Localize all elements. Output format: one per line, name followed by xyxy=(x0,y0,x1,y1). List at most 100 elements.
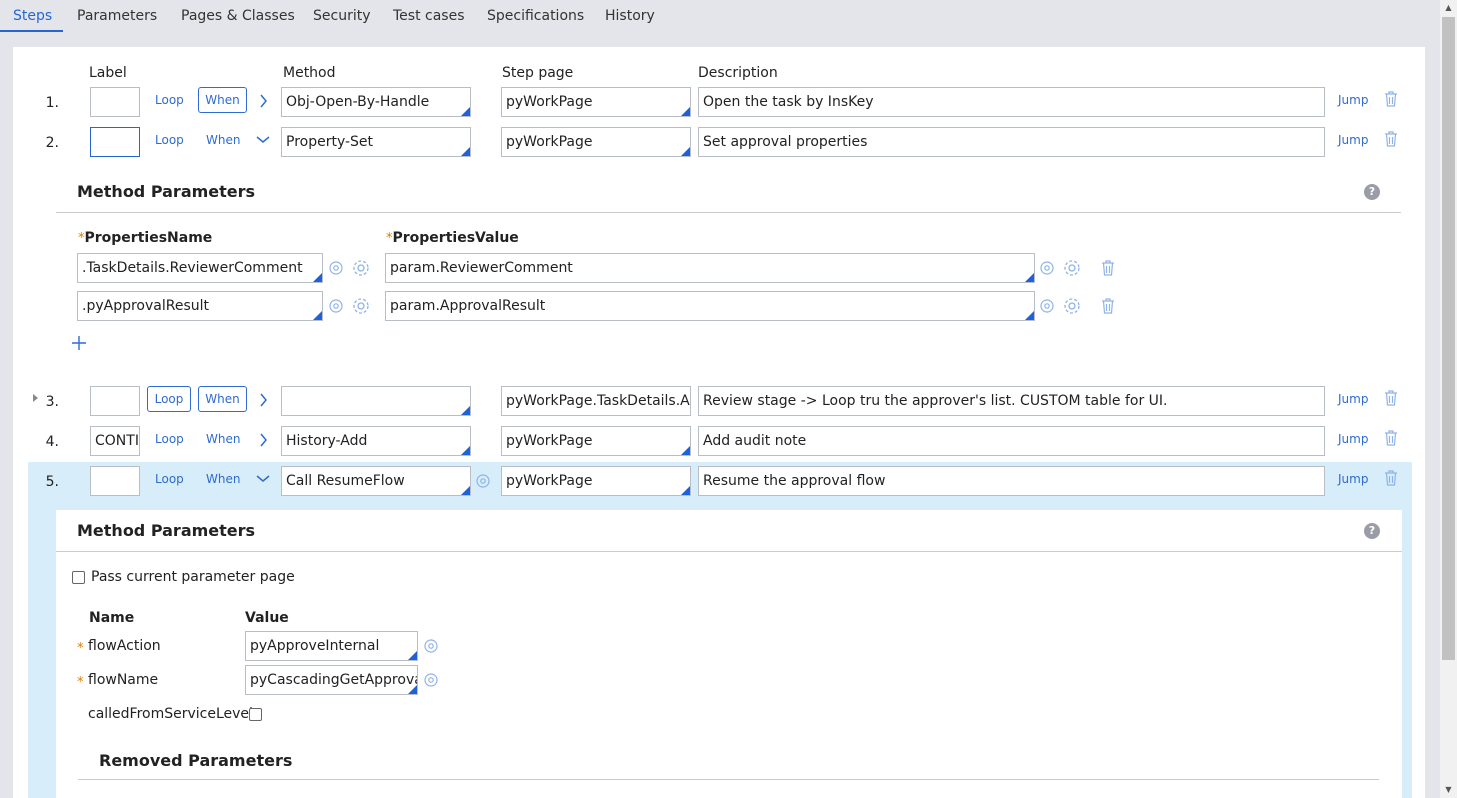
loop-link[interactable]: Loop xyxy=(155,432,184,446)
step-page-input[interactable]: pyWorkPage xyxy=(501,466,691,496)
method-input[interactable]: Obj-Open-By-Handle xyxy=(281,87,471,117)
property-name-value: .pyApprovalResult xyxy=(82,298,209,314)
trash-icon[interactable] xyxy=(1384,430,1398,446)
help-icon[interactable]: ? xyxy=(1364,523,1380,539)
description-input[interactable]: Review stage -> Loop tru the approver's … xyxy=(698,386,1325,416)
chevron-right-icon[interactable] xyxy=(253,430,273,450)
loop-link[interactable]: Loop xyxy=(155,472,184,486)
vertical-scrollbar[interactable]: ▲ ▼ xyxy=(1440,0,1457,798)
flow-action-input[interactable]: pyApproveInternal xyxy=(245,631,418,661)
target-icon[interactable] xyxy=(475,473,491,489)
autocomplete-corner-icon xyxy=(461,406,470,415)
step-page-input[interactable]: pyWorkPage xyxy=(501,426,691,456)
gear-icon[interactable] xyxy=(351,296,371,316)
trash-icon[interactable] xyxy=(1384,390,1398,406)
autocomplete-corner-icon xyxy=(461,147,470,156)
target-icon[interactable] xyxy=(1039,298,1055,314)
autocomplete-corner-icon xyxy=(681,486,690,495)
gear-icon[interactable] xyxy=(351,258,371,278)
gear-icon[interactable] xyxy=(1062,296,1082,316)
scroll-thumb[interactable] xyxy=(1442,17,1455,660)
autocomplete-corner-icon xyxy=(1025,311,1034,320)
chevron-right-icon[interactable] xyxy=(253,91,273,111)
add-row-icon[interactable] xyxy=(70,334,88,352)
scroll-up-arrow-icon[interactable]: ▲ xyxy=(1444,3,1453,12)
method-value: Property-Set xyxy=(286,134,374,150)
property-name-input[interactable]: .TaskDetails.ReviewerComment xyxy=(77,253,323,283)
target-icon[interactable] xyxy=(423,638,439,654)
loop-button[interactable]: Loop xyxy=(147,386,191,412)
step-label-input[interactable] xyxy=(90,127,140,157)
jump-link[interactable]: Jump xyxy=(1338,93,1368,107)
target-icon[interactable] xyxy=(328,260,344,276)
description-input[interactable]: Add audit note xyxy=(698,426,1325,456)
property-name-value: .TaskDetails.ReviewerComment xyxy=(82,260,303,276)
autocomplete-corner-icon xyxy=(461,107,470,116)
tab-history[interactable]: History xyxy=(605,8,655,24)
tab-specifications[interactable]: Specifications xyxy=(487,8,584,24)
description-input[interactable]: Open the task by InsKey xyxy=(698,87,1325,117)
called-from-service-level-checkbox[interactable] xyxy=(249,708,262,721)
step-label-input[interactable] xyxy=(90,466,140,496)
autocomplete-corner-icon xyxy=(1025,273,1034,282)
step-page-input[interactable]: pyWorkPage xyxy=(501,127,691,157)
when-link[interactable]: When xyxy=(206,472,240,486)
step-page-value: pyWorkPage xyxy=(506,94,593,110)
trash-icon[interactable] xyxy=(1384,131,1398,147)
method-input[interactable] xyxy=(281,386,471,416)
trash-icon[interactable] xyxy=(1101,260,1115,276)
step-label-input[interactable] xyxy=(90,386,140,416)
chevron-right-icon[interactable] xyxy=(253,390,273,410)
help-icon[interactable]: ? xyxy=(1364,184,1380,200)
step-page-input[interactable]: pyWorkPage xyxy=(501,87,691,117)
step-label-input[interactable]: CONTI xyxy=(90,426,140,456)
trash-icon[interactable] xyxy=(1384,91,1398,107)
scroll-down-arrow-icon[interactable]: ▼ xyxy=(1444,785,1453,794)
jump-link[interactable]: Jump xyxy=(1338,133,1368,147)
when-link[interactable]: When xyxy=(206,133,240,147)
property-value-input[interactable]: param.ApprovalResult xyxy=(385,291,1035,321)
when-link[interactable]: When xyxy=(206,432,240,446)
tab-test-cases[interactable]: Test cases xyxy=(393,8,465,24)
loop-link[interactable]: Loop xyxy=(155,133,184,147)
step-label-input[interactable] xyxy=(90,87,140,117)
tab-steps[interactable]: Steps xyxy=(13,8,52,24)
flow-name-input[interactable]: pyCascadingGetApproval xyxy=(245,665,418,695)
when-button[interactable]: When xyxy=(198,386,247,412)
property-value-input[interactable]: param.ReviewerComment xyxy=(385,253,1035,283)
properties-value-label: PropertiesValue xyxy=(392,230,519,246)
description-input[interactable]: Resume the approval flow xyxy=(698,466,1325,496)
divider xyxy=(56,551,1402,552)
gear-icon[interactable] xyxy=(1062,258,1082,278)
method-input[interactable]: Call ResumeFlow xyxy=(281,466,471,496)
step-number: 2. xyxy=(45,135,59,151)
required-marker: * xyxy=(77,675,84,690)
target-icon[interactable] xyxy=(423,672,439,688)
autocomplete-corner-icon xyxy=(408,651,417,660)
description-input[interactable]: Set approval properties xyxy=(698,127,1325,157)
target-icon[interactable] xyxy=(328,298,344,314)
loop-link[interactable]: Loop xyxy=(155,93,184,107)
chevron-down-icon[interactable] xyxy=(253,129,273,149)
jump-link[interactable]: Jump xyxy=(1338,392,1368,406)
property-name-input[interactable]: .pyApprovalResult xyxy=(77,291,323,321)
tab-parameters[interactable]: Parameters xyxy=(77,8,157,24)
target-icon[interactable] xyxy=(1039,260,1055,276)
when-button[interactable]: When xyxy=(198,87,247,113)
autocomplete-corner-icon xyxy=(681,107,690,116)
jump-link[interactable]: Jump xyxy=(1338,472,1368,486)
step-page-input[interactable]: pyWorkPage.TaskDetails.Ap xyxy=(501,386,691,416)
chevron-down-icon[interactable] xyxy=(253,468,273,488)
method-input[interactable]: History-Add xyxy=(281,426,471,456)
tab-security[interactable]: Security xyxy=(313,8,371,24)
autocomplete-corner-icon xyxy=(408,685,417,694)
step-number: 1. xyxy=(45,95,59,111)
tab-pages-classes[interactable]: Pages & Classes xyxy=(181,8,295,24)
method-input[interactable]: Property-Set xyxy=(281,127,471,157)
trash-icon[interactable] xyxy=(1101,298,1115,314)
jump-link[interactable]: Jump xyxy=(1338,432,1368,446)
value-column-header: Value xyxy=(245,610,289,626)
method-parameters-title: Method Parameters xyxy=(77,182,256,201)
pass-current-parameter-checkbox[interactable] xyxy=(72,571,85,584)
trash-icon[interactable] xyxy=(1384,470,1398,486)
